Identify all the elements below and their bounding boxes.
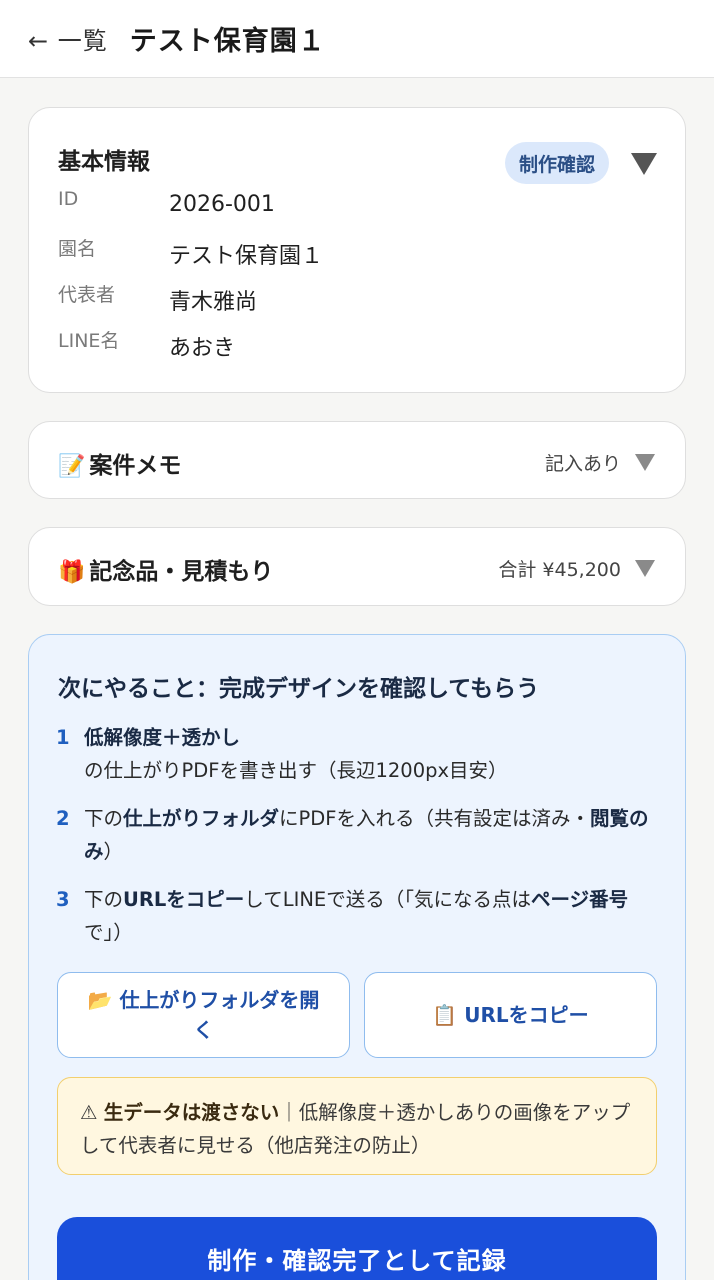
memo-status: 記入あり — [544, 453, 621, 475]
warning-icon: ⚠ — [80, 1101, 98, 1124]
step-text: 下の仕上がりフォルダにPDFを入れる（共有設定は済み・閲覧のみ） — [84, 807, 649, 863]
info-label: 代表者 — [58, 284, 116, 306]
copy-url-button[interactable]: 📋 URLをコピー — [364, 972, 657, 1058]
expand-triangle-icon[interactable] — [635, 560, 655, 577]
step-text: 下のURLをコピーしてLINEで送る（「気になる点はページ番号で」） — [84, 888, 629, 944]
step-number: 2 — [56, 807, 70, 830]
open-folder-button[interactable]: 📂 仕上がりフォルダを開く — [57, 972, 350, 1058]
info-label: 園名 — [58, 238, 97, 260]
basic-info-card: 基本情報 制作確認 ID 2026-001 園名 テスト保育園１ 代表者 青木雅… — [28, 107, 686, 393]
step-number: 1 — [56, 726, 70, 749]
record-complete-button[interactable]: 制作・確認完了として記録 — [57, 1217, 657, 1280]
info-value: テスト保育園１ — [169, 244, 324, 269]
open-folder-label: 仕上がりフォルダを開く — [119, 988, 320, 1042]
copy-url-label: URLをコピー — [464, 1003, 589, 1027]
clipboard-icon: 📋 — [432, 1003, 458, 1027]
gift-icon: 🎁 — [58, 560, 86, 585]
page-title: テスト保育園１ — [129, 26, 326, 57]
expand-triangle-icon[interactable] — [635, 454, 655, 471]
memo-icon: 📝 — [58, 454, 86, 479]
back-to-list-link[interactable]: ← 一覧 — [28, 21, 108, 56]
memo-card[interactable]: 📝 案件メモ 記入あり — [28, 421, 686, 499]
status-badge: 制作確認 — [505, 142, 610, 184]
basic-info-title: 基本情報 — [58, 149, 150, 175]
app-header: ← 一覧 テスト保育園１ — [0, 0, 714, 78]
info-value: 2026-001 — [169, 192, 275, 217]
step-text: 低解像度＋透かしの仕上がりPDFを書き出す（長辺1200px目安） — [84, 726, 508, 782]
folder-icon: 📂 — [87, 988, 113, 1012]
gift-title: 記念品・見積もり — [89, 559, 274, 585]
next-action-title: 次にやること：完成デザインを確認してもらう — [58, 676, 540, 702]
warning-notice: ⚠ 生データは渡さない｜低解像度＋透かしありの画像をアップして代表者に見せる（他… — [57, 1077, 657, 1175]
info-label: ID — [58, 188, 79, 210]
info-value: あおき — [169, 336, 236, 361]
warning-bold: 生データは渡さない — [103, 1101, 280, 1124]
memo-title-row: 📝 案件メモ — [58, 446, 181, 480]
next-action-card: 次にやること：完成デザインを確認してもらう 1 低解像度＋透かしの仕上がりPDF… — [28, 634, 686, 1280]
info-value: 青木雅尚 — [169, 290, 258, 315]
gift-title-row: 🎁 記念品・見積もり — [58, 552, 273, 586]
memo-title: 案件メモ — [89, 453, 182, 479]
gift-estimate-card[interactable]: 🎁 記念品・見積もり 合計 ¥45,200 — [28, 527, 686, 606]
gift-total: 合計 ¥45,200 — [498, 559, 621, 581]
collapse-triangle-icon[interactable] — [631, 153, 657, 175]
info-label: LINE名 — [58, 330, 120, 352]
step-number: 3 — [56, 888, 70, 911]
